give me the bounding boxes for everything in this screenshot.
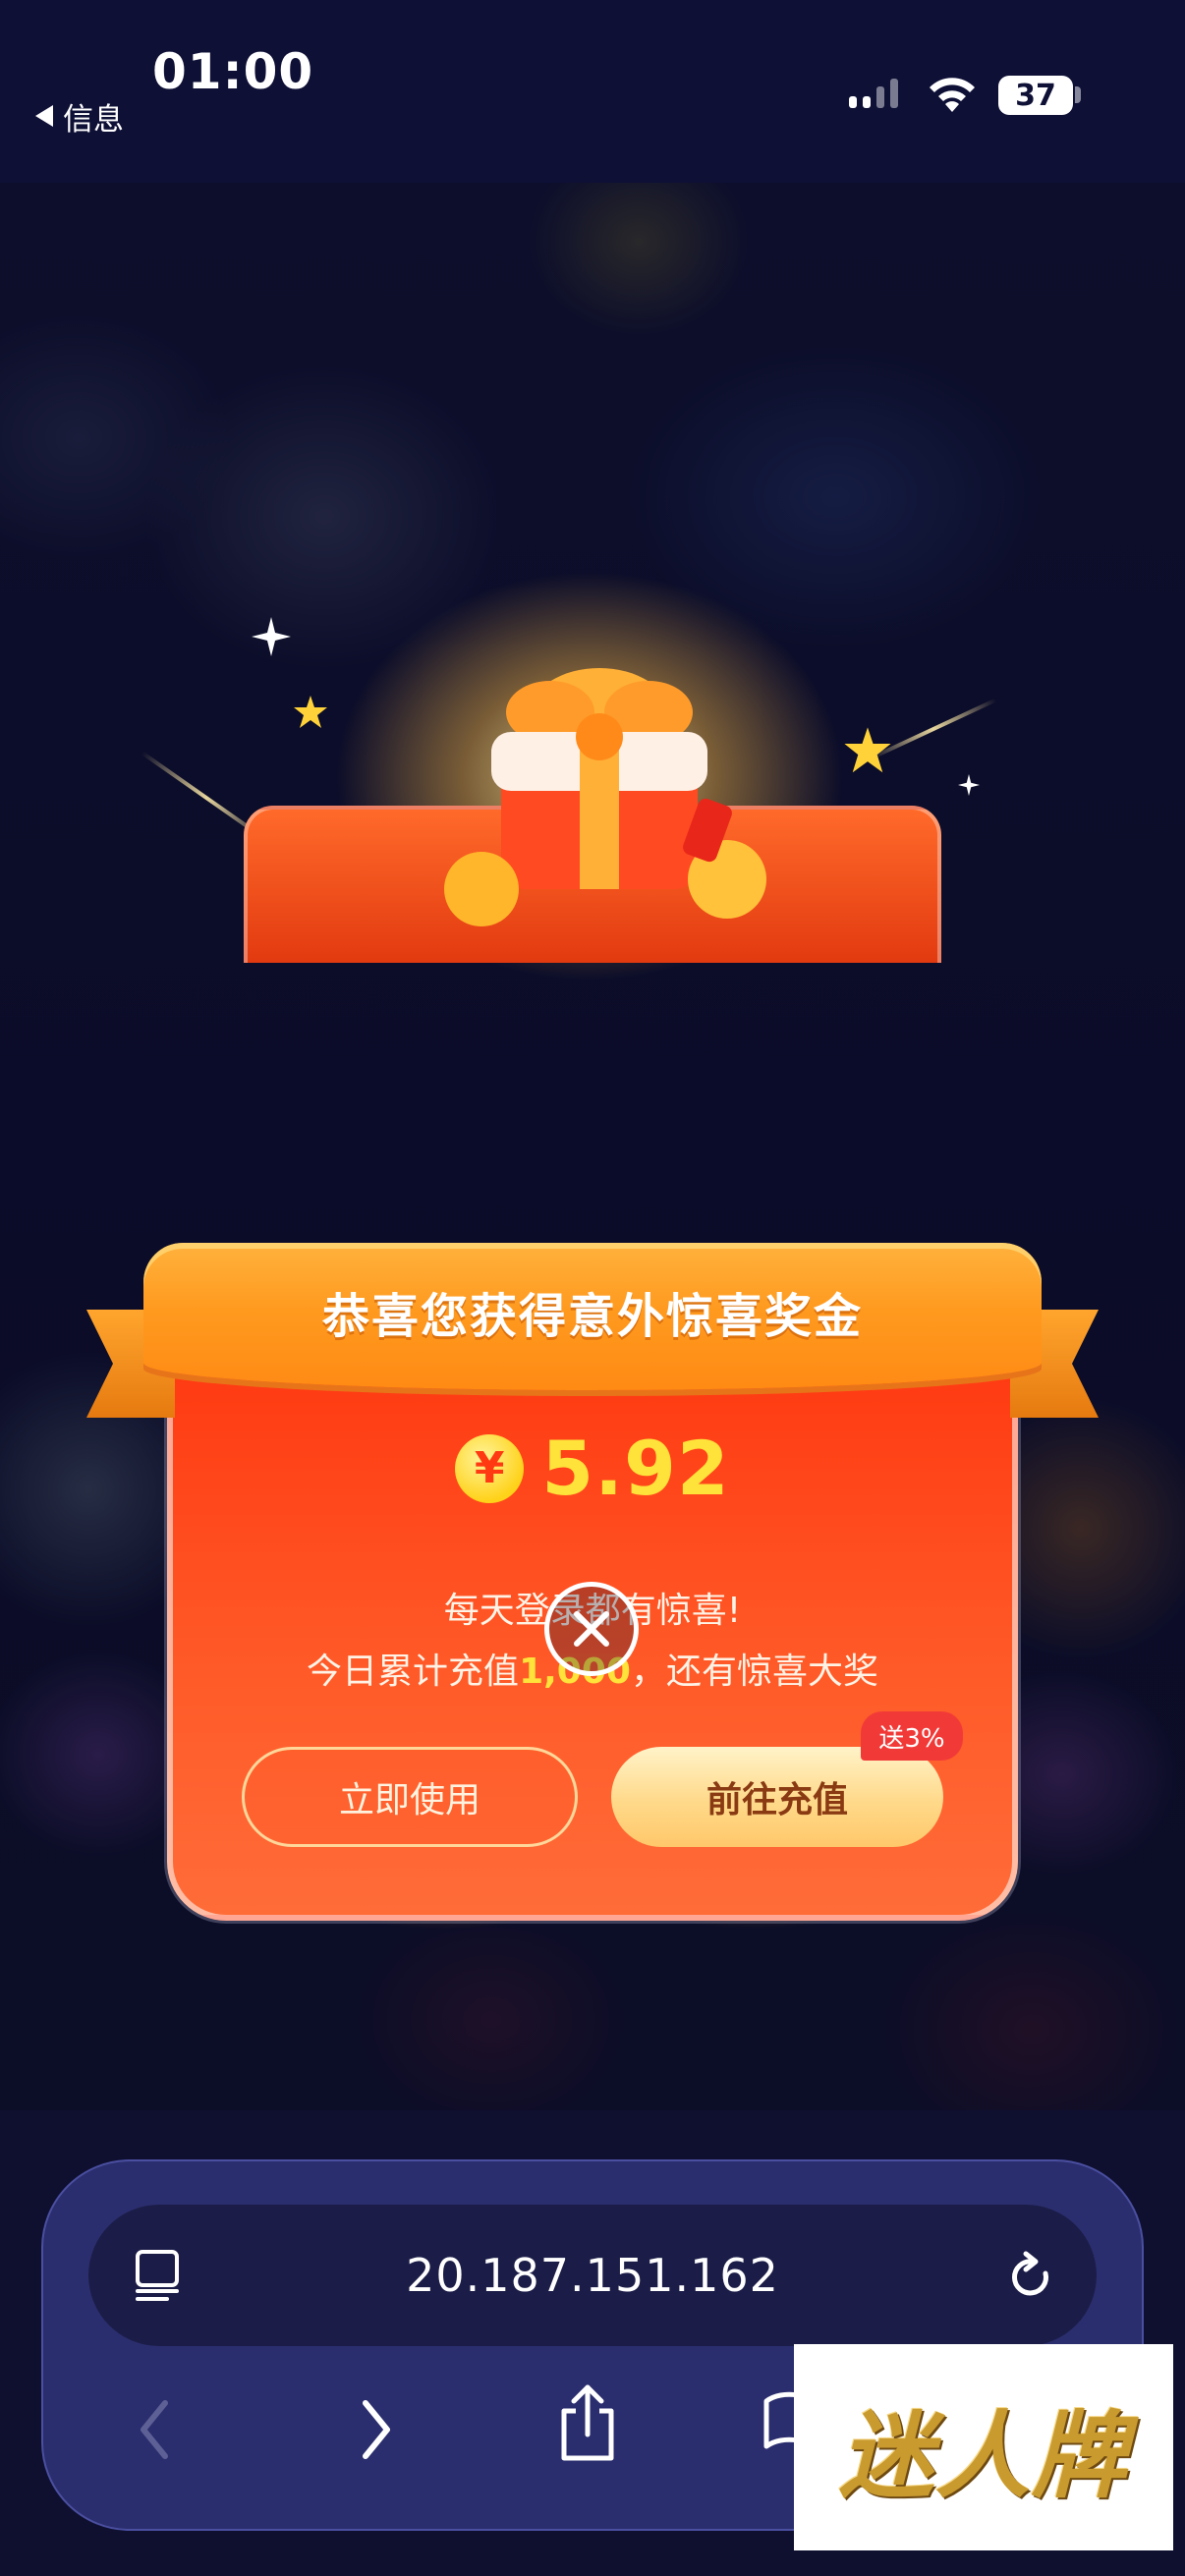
star-icon (294, 696, 327, 728)
popup-title: 恭喜您获得意外惊喜奖金 (321, 1289, 863, 1344)
close-popup-button[interactable] (544, 1582, 639, 1676)
sparkle-icon (958, 774, 980, 796)
back-link-label: 信息 (63, 101, 124, 138)
back-to-app-link[interactable]: 信息 (35, 96, 124, 138)
promo-suffix: ，还有惊喜大奖 (630, 1652, 878, 1692)
watermark-logo: 迷人牌 (794, 2344, 1173, 2550)
wifi-icon (930, 78, 975, 112)
sparkle-icon (252, 617, 291, 656)
use-now-button[interactable]: 立即使用 (242, 1747, 578, 1847)
address-url[interactable]: 20.187.151.162 (88, 2205, 1097, 2346)
recharge-bonus-badge: 送3% (861, 1711, 963, 1761)
battery-cap (1075, 86, 1081, 103)
status-bar: 信息 01:00 37 (0, 0, 1185, 183)
yuan-coin-icon: ¥ (455, 1433, 525, 1503)
chevron-right-icon[interactable] (360, 2395, 395, 2464)
status-time: 01:00 (152, 43, 314, 100)
back-triangle-icon (35, 105, 53, 127)
popup-card: 恭喜您获得意外惊喜奖金 ¥ 5.92 每天登录都有惊喜! 今日累计充值1,000… (86, 938, 1099, 2083)
bonus-amount: 5.92 (541, 1425, 730, 1512)
share-icon[interactable] (556, 2381, 619, 2464)
promo-prefix: 今日累计充值 (307, 1652, 520, 1692)
reload-icon[interactable] (1006, 2250, 1057, 2305)
bonus-amount-row: ¥ 5.92 (167, 1425, 1018, 1512)
battery-icon: 37 (998, 76, 1073, 115)
cellular-signal-icon (849, 79, 898, 108)
watermark-text: 迷人牌 (839, 2399, 1128, 2511)
currency-symbol: ¥ (474, 1443, 505, 1493)
tabs-icon[interactable] (134, 2248, 183, 2303)
go-recharge-button[interactable]: 前往充值 (611, 1747, 943, 1847)
bonus-popup: 恭喜您获得意外惊喜奖金 ¥ 5.92 每天登录都有惊喜! 今日累计充值1,000… (0, 550, 1185, 1921)
address-bar[interactable]: 20.187.151.162 (88, 2205, 1097, 2346)
close-icon (574, 1611, 609, 1647)
battery-level: 37 (1015, 78, 1056, 113)
gift-box-icon (444, 668, 766, 926)
chevron-left-icon[interactable] (136, 2395, 171, 2464)
star-icon (844, 727, 891, 773)
